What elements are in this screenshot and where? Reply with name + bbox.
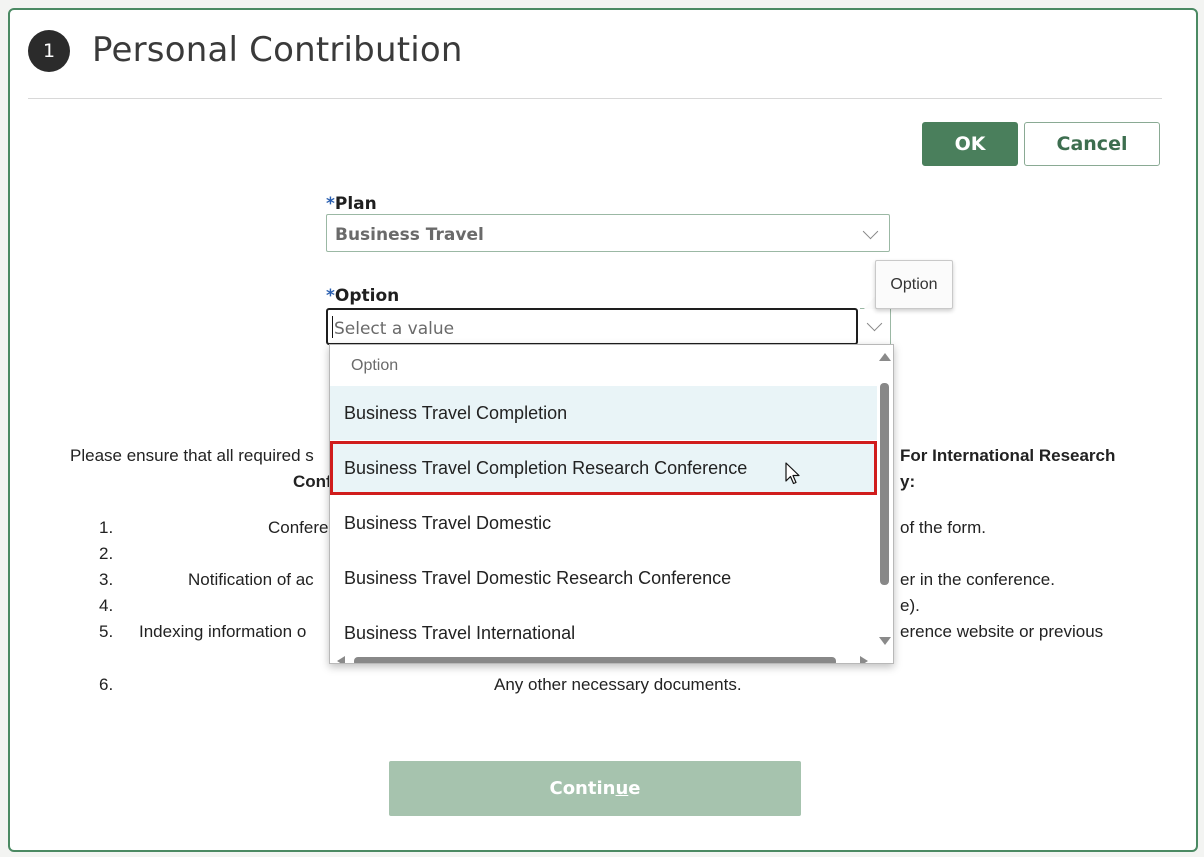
option-dropdown-toggle[interactable] <box>860 308 891 345</box>
list-item-text: Notification of ac <box>188 570 314 589</box>
list-item-text: Confere <box>268 518 329 537</box>
option-label: *Option <box>326 286 399 306</box>
chevron-down-icon[interactable] <box>862 223 879 240</box>
list-item-number: 5. <box>99 622 114 641</box>
plan-label: *Plan <box>326 194 377 214</box>
list-item[interactable]: Business Travel Domestic Research Confer… <box>330 551 877 605</box>
list-item-text: erence website or previous <box>900 622 1104 641</box>
plan-select-value: Business Travel <box>335 225 484 245</box>
list-item-text: e). <box>900 596 920 615</box>
dropdown-header: Option <box>351 357 399 374</box>
list-item-text: er in the conference. <box>900 570 1055 589</box>
ok-button[interactable]: OK <box>922 122 1018 166</box>
plan-label-text: Plan <box>334 194 377 214</box>
required-marker: * <box>326 194 335 214</box>
option-input-placeholder: Select a value <box>334 319 455 339</box>
continue-label-accesskey: u <box>615 778 629 799</box>
instructions-line2-bold-right: y: <box>900 472 916 491</box>
continue-button[interactable]: Contin u e <box>389 761 801 816</box>
option-input[interactable]: Select a value <box>326 308 858 345</box>
list-item[interactable]: Business Travel Completion <box>330 386 877 440</box>
instructions-intro-bold: For International Research <box>900 446 1116 465</box>
instructions-line2-bold: Conf <box>293 472 332 491</box>
continue-label-post: e <box>628 778 641 799</box>
instructions-intro: Please ensure that all required s <box>70 446 314 465</box>
list-item-number: 1. <box>99 518 114 537</box>
option-dropdown-list[interactable]: Option Business Travel Completion Busine… <box>329 344 894 664</box>
option-tooltip: Option <box>875 260 953 309</box>
list-item[interactable]: Business Travel International <box>330 606 877 660</box>
scroll-up-icon[interactable] <box>879 353 891 361</box>
list-item-number: 3. <box>99 570 114 589</box>
vertical-scrollbar-thumb[interactable] <box>880 383 889 585</box>
header-divider <box>28 98 1162 99</box>
list-item[interactable]: Business Travel Domestic <box>330 496 877 550</box>
option-label-text: Option <box>334 286 400 306</box>
list-item-text: of the form. <box>900 518 986 537</box>
list-item-text: Any other necessary documents. <box>494 675 742 694</box>
continue-label-pre: Contin <box>549 778 616 799</box>
mouse-pointer-icon <box>785 462 800 485</box>
required-marker: * <box>326 286 335 306</box>
chevron-down-icon[interactable] <box>866 315 883 332</box>
horizontal-scrollbar-thumb[interactable] <box>354 657 836 663</box>
scroll-down-icon[interactable] <box>879 637 891 645</box>
list-item-number: 4. <box>99 596 114 615</box>
list-item-number: 2. <box>99 544 114 563</box>
list-item-number: 6. <box>99 675 114 694</box>
list-item-text: Indexing information o <box>139 622 307 641</box>
scroll-left-icon[interactable] <box>337 656 345 663</box>
step-number-badge: 1 <box>28 30 70 72</box>
plan-select[interactable]: Business Travel <box>326 214 890 252</box>
cancel-button[interactable]: Cancel <box>1024 122 1160 166</box>
text-caret <box>332 316 333 338</box>
page-title: Personal Contribution <box>92 30 463 70</box>
scroll-right-icon[interactable] <box>860 656 868 663</box>
